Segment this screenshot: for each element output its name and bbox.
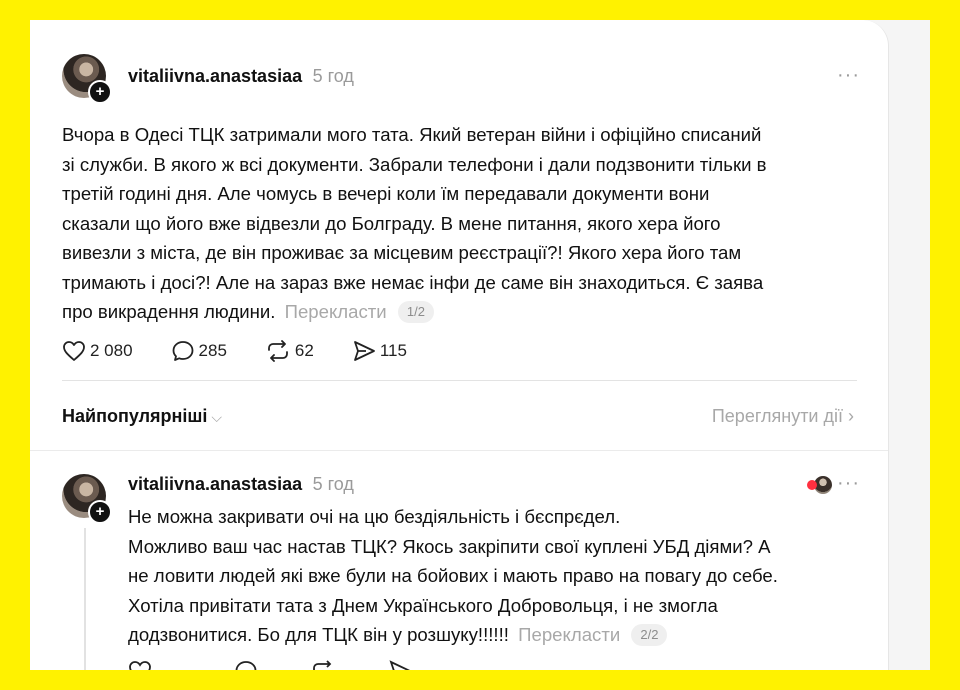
heart-icon [63, 341, 85, 361]
send-icon [353, 341, 375, 361]
post-line: сказали що його вже відвезли до Болграду… [62, 212, 721, 234]
share-button[interactable]: 115 [352, 340, 407, 362]
reply-header: vitaliivna.anastasiaa 5 год [128, 474, 354, 495]
send-icon [389, 660, 410, 670]
repost-button[interactable]: 62 [265, 340, 314, 362]
like-count: 2 080 [90, 341, 133, 360]
sort-label: Найпопулярніші [62, 406, 208, 426]
post-line: вивезли з міста, де він проживає за місц… [62, 242, 742, 263]
heart-icon [129, 661, 151, 670]
repost-count: 62 [294, 341, 314, 360]
reply-button[interactable] [234, 660, 262, 670]
reply-line-last: додзвонитися. Бо для ТЦК він у розшуку!!… [128, 620, 868, 650]
view-activity-link[interactable]: Переглянути дії › [712, 406, 854, 427]
comment-icon [172, 341, 193, 361]
screenshot-frame: + vitaliivna.anastasiaa 5 год ··· Вчора … [30, 20, 930, 670]
reply-body: Не можна закривати очі на цю бездіяльніс… [128, 502, 868, 650]
reply-more-icon[interactable]: ··· [837, 472, 860, 495]
reply-time: 5 год [312, 474, 354, 494]
follow-plus-icon[interactable]: + [88, 500, 112, 524]
post-username[interactable]: vitaliivna.anastasiaa [128, 66, 302, 86]
repost-icon [313, 660, 332, 670]
like-button[interactable] [128, 660, 156, 670]
reply-line: додзвонитися. Бо для ТЦК він у розшуку!!… [128, 624, 509, 645]
post-line: третій годині дня. Але чомусь в вечері к… [62, 183, 710, 204]
reply-avatar[interactable]: + [62, 474, 112, 524]
reply-button[interactable]: 285 [171, 340, 227, 362]
post-time: 5 год [312, 66, 354, 86]
page-indicator: 2/2 [631, 624, 668, 646]
post-line: Вчора в Одесі ТЦК затримали мого тата. Я… [62, 124, 762, 145]
post-body: Вчора в Одесі ТЦК затримали мого тата. Я… [62, 120, 872, 327]
heart-icon [807, 480, 817, 490]
page-indicator: 1/2 [397, 301, 434, 323]
divider [62, 380, 857, 381]
divider [30, 450, 888, 451]
sort-dropdown[interactable]: Найпопулярніші ⌵ [62, 406, 222, 427]
post-more-icon[interactable]: ··· [837, 64, 860, 87]
comment-icon [235, 661, 257, 670]
reply-line: не ловити людей які вже були на бойових … [128, 565, 778, 586]
post-line: зі служби. В якого ж всі документи. Забр… [62, 153, 767, 175]
reply-username[interactable]: vitaliivna.anastasiaa [128, 474, 302, 494]
post-line-last: про викрадення людини. Перекласти 1/2 [62, 297, 872, 327]
repost-icon [268, 340, 288, 362]
like-button[interactable]: 2 080 [62, 340, 133, 362]
liked-by-author [807, 476, 832, 494]
share-button[interactable] [388, 660, 416, 670]
thread-card: + vitaliivna.anastasiaa 5 год ··· Вчора … [30, 20, 889, 670]
post-actions: 2 080 285 62 115 [62, 340, 445, 362]
post-line: тримають і досі?! Але на зараз вже немає… [62, 271, 764, 293]
reply-line: Можливо ваш час настав ТЦК? Якось закріп… [128, 535, 771, 557]
share-count: 115 [379, 341, 407, 360]
translate-link[interactable]: Перекласти [518, 624, 620, 645]
post-header: vitaliivna.anastasiaa 5 год [128, 66, 354, 87]
chevron-down-icon: ⌵ [211, 409, 223, 425]
reply-count: 285 [198, 341, 227, 360]
reply-line: Не можна закривати очі на цю бездіяльніс… [128, 506, 621, 527]
translate-link[interactable]: Перекласти [285, 301, 387, 322]
post-line: про викрадення людини. [62, 301, 276, 322]
reply-actions [128, 660, 454, 670]
thread-line [84, 528, 86, 670]
reply-line: Хотіла привітати тата з Днем Українськог… [128, 594, 718, 616]
repost-button[interactable] [310, 660, 340, 670]
avatar[interactable]: + [62, 54, 112, 104]
follow-plus-icon[interactable]: + [88, 80, 112, 104]
